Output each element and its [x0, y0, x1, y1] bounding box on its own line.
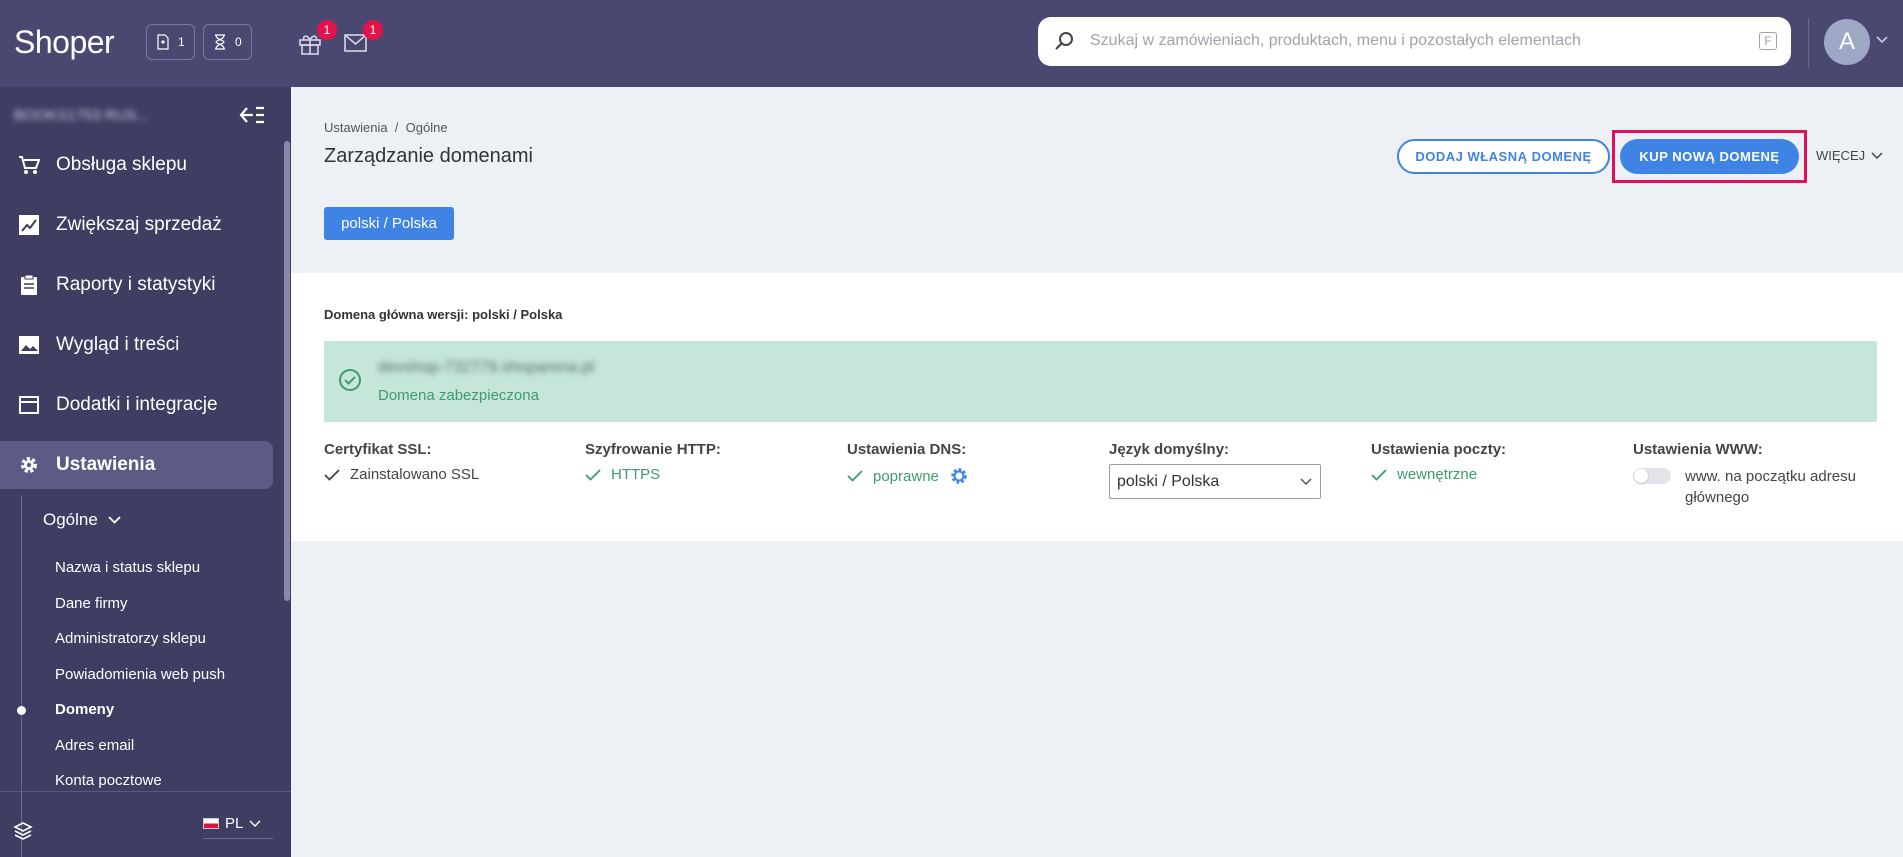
image-icon [19, 336, 39, 354]
sidebar-item-label: Wygląd i treści [56, 334, 180, 355]
submenu-ogolne-label: Ogólne [43, 510, 98, 529]
http-column: Szyfrowanie HTTP: HTTPS [585, 441, 721, 483]
shop-name: BOOKS1753 RUS... [14, 107, 150, 124]
layers-icon[interactable] [13, 821, 33, 841]
www-toggle[interactable] [1633, 468, 1671, 484]
language-version-tab[interactable]: polski / Polska [324, 207, 454, 240]
submenu-ogolne[interactable]: Ogólne [43, 510, 121, 530]
messages-button[interactable]: 1 [343, 20, 383, 56]
http-value[interactable]: HTTPS [611, 466, 660, 483]
search-shortcut-icon: F [1759, 32, 1777, 50]
check-icon [585, 468, 601, 481]
subitem-nazwa-status[interactable]: Nazwa i status sklepu [55, 559, 200, 576]
clipboard-icon [21, 274, 37, 295]
gift-button[interactable]: 1 [297, 20, 337, 56]
language-code: PL [225, 815, 244, 832]
http-label: Szyfrowanie HTTP: [585, 441, 721, 458]
ssl-label: Certyfikat SSL: [324, 441, 432, 458]
check-icon [847, 470, 863, 482]
mail-settings-label: Ustawienia poczty: [1371, 441, 1507, 458]
cart-icon [19, 156, 40, 174]
domain-status-box: devshop-732779.shoparena.pl Domena zabez… [324, 341, 1877, 422]
www-settings-label: Ustawienia WWW: [1633, 441, 1763, 458]
check-circle-icon [339, 369, 361, 391]
main-domain-label: Domena główna wersji: polski / Polska [324, 307, 563, 322]
chevron-down-icon [249, 820, 261, 827]
subitem-dane-firmy[interactable]: Dane firmy [55, 595, 128, 612]
chart-icon [19, 215, 39, 235]
global-search[interactable]: F [1038, 17, 1791, 66]
hourglass-icon [215, 34, 225, 50]
submenu-line [21, 495, 22, 857]
subitem-konta-pocztowe[interactable]: Konta pocztowe [55, 772, 162, 789]
orders-counter-button[interactable]: 1 [146, 24, 195, 60]
default-language-select[interactable]: polski / Polska [1109, 464, 1321, 499]
collapse-sidebar-icon[interactable] [238, 104, 266, 126]
sidebar-item-zwiekszaj-sprzedaz[interactable]: Zwiększaj sprzedaż [0, 201, 273, 249]
page-title: Zarządzanie domenami [324, 145, 533, 167]
top-bar: Shoper 1 0 1 1 F A [0, 0, 1903, 87]
subitem-adres-email[interactable]: Adres email [55, 737, 134, 754]
window-icon [19, 396, 39, 414]
subitem-domeny[interactable]: Domeny [55, 701, 114, 718]
chevron-down-icon [108, 516, 121, 524]
domain-status: Domena zabezpieczona [378, 387, 539, 404]
search-input[interactable] [1090, 27, 1730, 55]
subitem-administratorzy[interactable]: Administratorzy sklepu [55, 630, 206, 647]
user-avatar[interactable]: A [1824, 19, 1870, 65]
sidebar-item-label: Raporty i statystyki [56, 274, 216, 295]
sidebar-scrollbar[interactable] [284, 141, 290, 601]
ssl-column: Certyfikat SSL: Zainstalowano SSL [324, 441, 479, 483]
orders-count: 1 [178, 35, 185, 49]
gear-icon [21, 457, 37, 473]
dns-column: Ustawienia DNS: poprawne [847, 441, 969, 486]
mail-badge: 1 [363, 20, 383, 40]
dns-value[interactable]: poprawne [873, 468, 939, 485]
mail-settings-column: Ustawienia poczty: wewnętrzne [1371, 441, 1506, 483]
sidebar-footer-divider [0, 791, 291, 792]
ssl-value: Zainstalowano SSL [350, 466, 480, 483]
dns-label: Ustawienia DNS: [847, 441, 967, 458]
check-icon [324, 468, 340, 481]
active-indicator [17, 706, 26, 715]
gear-icon[interactable] [949, 466, 969, 486]
domain-name: devshop-732779.shoparena.pl [378, 359, 595, 376]
chevron-down-icon [1871, 151, 1883, 159]
sidebar: BOOKS1753 RUS... Obsługa sklepu Zwiększa… [0, 87, 291, 857]
sidebar-item-obsluga-sklepu[interactable]: Obsługa sklepu [0, 141, 273, 189]
sidebar-item-ustawienia[interactable]: Ustawienia [0, 441, 273, 489]
shoper-logo[interactable]: Shoper [14, 24, 115, 61]
sidebar-item-label: Obsługa sklepu [56, 154, 187, 175]
chevron-down-icon [1300, 478, 1312, 486]
sidebar-item-dodatki[interactable]: Dodatki i integracje [0, 381, 273, 429]
sidebar-item-raporty[interactable]: Raporty i statystyki [0, 261, 273, 309]
language-selector[interactable]: PL [203, 815, 273, 839]
default-language-value: polski / Polska [1117, 472, 1220, 490]
add-own-domain-button[interactable]: DODAJ WŁASNĄ DOMENĘ [1397, 139, 1610, 174]
domain-panel: Domena główna wersji: polski / Polska de… [291, 273, 1903, 541]
poland-flag-icon [203, 818, 219, 829]
chevron-down-icon[interactable] [1876, 36, 1888, 44]
www-settings-value: www. na początku adresu głównego [1685, 468, 1856, 506]
sidebar-item-label: Ustawienia [56, 454, 156, 475]
sidebar-item-wyglad[interactable]: Wygląd i treści [0, 321, 273, 369]
check-icon [1371, 468, 1387, 481]
more-menu[interactable]: WIĘCEJ [1816, 148, 1883, 163]
subitem-powiadomienia[interactable]: Powiadomienia web push [55, 666, 225, 683]
sidebar-item-label: Zwiększaj sprzedaż [56, 214, 222, 235]
gift-badge: 1 [317, 20, 337, 40]
more-label: WIĘCEJ [1816, 148, 1866, 163]
buy-new-domain-button[interactable]: KUP NOWĄ DOMENĘ [1620, 139, 1799, 174]
document-icon [157, 34, 169, 50]
sidebar-item-label: Dodatki i integracje [56, 394, 218, 415]
pending-counter-button[interactable]: 0 [203, 24, 252, 60]
default-language-column: Język domyślny: polski / Polska [1109, 441, 1321, 499]
default-language-label: Język domyślny: [1109, 441, 1230, 458]
breadcrumb[interactable]: Ustawienia / Ogólne [324, 120, 448, 135]
search-icon [1055, 32, 1073, 50]
mail-settings-value[interactable]: wewnętrzne [1397, 466, 1477, 483]
pending-count: 0 [235, 35, 242, 49]
topbar-divider [1808, 18, 1809, 68]
www-settings-column: Ustawienia WWW: www. na początku adresu … [1633, 441, 1885, 508]
